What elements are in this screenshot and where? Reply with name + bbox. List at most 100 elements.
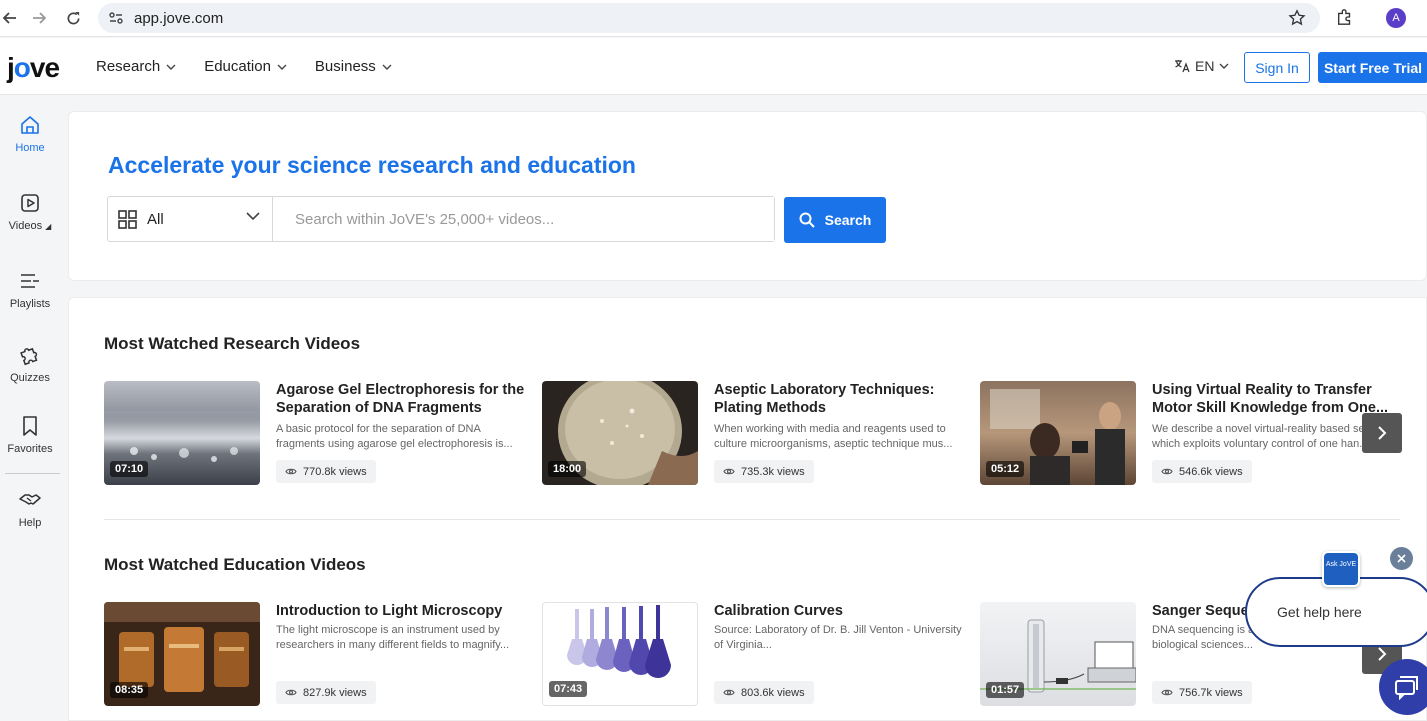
video-title[interactable]: Agarose Gel Electrophoresis for the Sepa… (276, 381, 526, 417)
video-title[interactable]: Calibration Curves (714, 602, 964, 620)
site-info-icon[interactable] (108, 10, 124, 26)
video-thumbnail[interactable]: 08:35 (104, 602, 260, 706)
sign-in-button[interactable]: Sign In (1244, 52, 1310, 83)
bookmark-star-icon[interactable] (1288, 9, 1306, 27)
home-icon (21, 116, 39, 134)
video-description: A basic protocol for the separation of D… (276, 423, 513, 450)
category-dropdown[interactable]: All (108, 197, 273, 241)
hero-panel: Accelerate your science research and edu… (68, 111, 1427, 281)
bookmark-icon (23, 416, 37, 436)
sidebar-item-label: Playlists (9, 298, 51, 310)
play-icon (21, 194, 39, 212)
view-count: 827.9k views (276, 681, 376, 704)
search-input[interactable] (273, 197, 774, 241)
sidebar-item-home[interactable]: Home (0, 114, 60, 154)
video-thumbnail[interactable]: 18:00 (542, 381, 698, 485)
nav-research[interactable]: Research (96, 58, 176, 75)
research-next-button[interactable] (1362, 413, 1402, 453)
close-help-button[interactable] (1390, 547, 1413, 570)
video-card[interactable]: 08:35 Introduction to Light Microscopy T… (104, 602, 524, 706)
video-duration: 07:43 (549, 681, 588, 697)
sidebar-item-label: Favorites (7, 443, 53, 455)
view-count-text: 735.3k views (741, 465, 805, 478)
eye-icon (285, 689, 297, 696)
eye-icon (723, 468, 735, 475)
site-header: jove Research Education Business EN Sign… (0, 38, 1427, 95)
chat-icon (1395, 676, 1418, 700)
eye-icon (1161, 468, 1173, 475)
sidebar: Home Videos ◢ Playlists Quizzes Favorite… (0, 96, 60, 721)
start-free-trial-button[interactable]: Start Free Trial (1318, 52, 1427, 83)
video-title[interactable]: Aseptic Laboratory Techniques: Plating M… (714, 381, 964, 417)
view-count-text: 770.8k views (303, 465, 367, 478)
view-count: 770.8k views (276, 460, 376, 483)
video-title[interactable]: Using Virtual Reality to Transfer Motor … (1152, 381, 1402, 417)
sidebar-item-label: Help (18, 517, 42, 529)
video-thumbnail[interactable]: 01:57 (980, 602, 1136, 706)
chevron-down-icon (166, 64, 176, 70)
grid-icon (118, 209, 137, 229)
hero-title: Accelerate your science research and edu… (108, 152, 636, 178)
logo-part: ve (29, 52, 60, 83)
sidebar-item-label: Videos (8, 220, 43, 232)
view-count: 546.6k views (1152, 460, 1252, 483)
view-count-text: 756.7k views (1179, 686, 1243, 699)
video-card[interactable]: 07:43 Calibration Curves Source: Laborat… (542, 602, 962, 706)
jove-logo[interactable]: jove (7, 52, 60, 84)
language-selector[interactable]: EN (1174, 58, 1229, 74)
category-label: All (147, 210, 164, 228)
extensions-icon[interactable] (1336, 8, 1354, 26)
playlist-icon (21, 274, 39, 288)
view-count-text: 546.6k views (1179, 465, 1243, 478)
profile-avatar[interactable]: A (1386, 8, 1406, 28)
reload-icon[interactable] (63, 8, 83, 28)
eye-icon (1161, 689, 1173, 696)
chevron-down-icon (382, 64, 392, 70)
get-help-bubble[interactable]: Get help here (1245, 577, 1427, 647)
browser-toolbar: app.jove.com A (0, 0, 1427, 37)
video-duration: 05:12 (986, 461, 1025, 477)
sidebar-item-label: Quizzes (10, 372, 50, 384)
sidebar-item-quizzes[interactable]: Quizzes (0, 342, 60, 384)
video-sections: Most Watched Research Videos 07:10 Agaro… (68, 297, 1427, 721)
video-thumbnail[interactable]: 05:12 (980, 381, 1136, 485)
sidebar-item-playlists[interactable]: Playlists (0, 270, 60, 310)
video-duration: 18:00 (548, 461, 587, 477)
handshake-icon (19, 494, 41, 505)
sidebar-item-help[interactable]: Help (0, 489, 60, 529)
video-duration: 07:10 (110, 461, 149, 477)
view-count-text: 803.6k views (741, 686, 805, 699)
caret-icon: ◢ (45, 222, 52, 231)
view-count-text: 827.9k views (303, 686, 367, 699)
chevron-right-icon (1378, 647, 1387, 661)
language-label: EN (1195, 58, 1215, 74)
nav-education[interactable]: Education (204, 58, 287, 75)
sidebar-item-favorites[interactable]: Favorites (0, 415, 60, 455)
video-description: When working with media and reagents use… (714, 423, 953, 450)
chevron-down-icon (1219, 63, 1229, 69)
video-duration: 08:35 (110, 682, 149, 698)
video-card[interactable]: 05:12 Using Virtual Reality to Transfer … (980, 381, 1400, 485)
search-button[interactable]: Search (784, 197, 886, 243)
nav-business[interactable]: Business (315, 58, 392, 75)
sidebar-item-videos[interactable]: Videos ◢ (0, 192, 60, 232)
video-card[interactable]: 18:00 Aseptic Laboratory Techniques: Pla… (542, 381, 962, 485)
eye-icon (723, 689, 735, 696)
back-icon[interactable] (0, 8, 20, 28)
help-text: Get help here (1277, 604, 1362, 620)
video-thumbnail[interactable]: 07:43 (542, 602, 698, 706)
video-duration: 01:57 (986, 682, 1025, 698)
section-divider (104, 519, 1400, 520)
nav-label: Education (204, 58, 271, 75)
video-thumbnail[interactable]: 07:10 (104, 381, 260, 485)
search-bar: All (107, 196, 775, 242)
view-count: 803.6k views (714, 681, 814, 704)
video-card[interactable]: 07:10 Agarose Gel Electrophoresis for th… (104, 381, 524, 485)
forward-icon[interactable] (29, 8, 49, 28)
translate-icon (1175, 60, 1190, 73)
address-bar[interactable]: app.jove.com (98, 3, 1320, 33)
chat-button[interactable] (1379, 659, 1427, 715)
search-button-label: Search (824, 212, 872, 228)
video-title[interactable]: Introduction to Light Microscopy (276, 602, 526, 620)
ask-jove-badge[interactable]: Ask JoVE (1322, 551, 1360, 587)
